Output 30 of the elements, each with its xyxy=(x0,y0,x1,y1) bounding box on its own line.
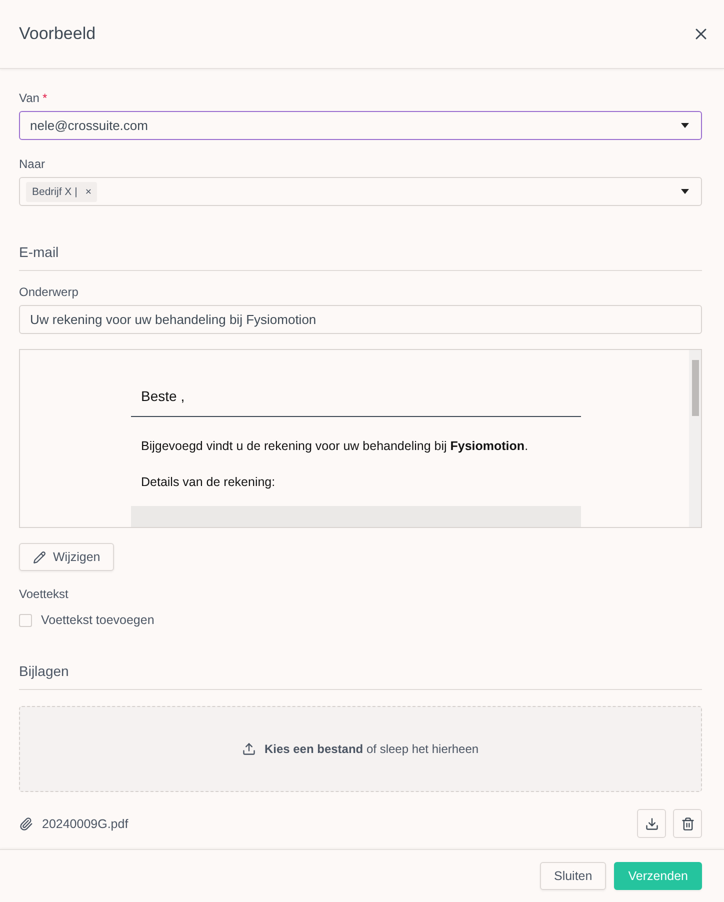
download-button[interactable] xyxy=(637,809,666,838)
paperclip-icon xyxy=(19,816,33,830)
dialog-title: Voorbeeld xyxy=(19,24,96,44)
email-paragraph: Details van de rekening: xyxy=(141,475,276,489)
caret-icon xyxy=(681,189,689,194)
checkbox-label: Voettekst toevoegen xyxy=(41,613,154,627)
scrollbar[interactable] xyxy=(689,350,701,527)
close-dialog-button[interactable]: Sluiten xyxy=(540,862,606,890)
file-dropzone[interactable]: Kies een bestand of sleep het hierheen xyxy=(19,706,702,792)
sender-select[interactable]: nele@crossuite.com xyxy=(19,111,702,140)
upload-icon xyxy=(242,742,256,756)
edit-button[interactable]: Wijzigen xyxy=(19,543,114,571)
trash-icon xyxy=(680,816,694,830)
field-label: Naar xyxy=(19,157,46,171)
caret-icon xyxy=(681,123,689,128)
delete-button[interactable] xyxy=(673,809,702,838)
field-label: Onderwerp xyxy=(19,285,80,299)
pencil-icon xyxy=(33,550,46,564)
section-title: E-mail xyxy=(19,244,702,271)
section-title: Bijlagen xyxy=(19,663,702,690)
file-name: 20240009G.pdf xyxy=(42,816,128,830)
field-label: Van * xyxy=(19,91,48,105)
download-icon xyxy=(644,816,658,830)
greeting-text: Beste , xyxy=(131,380,581,417)
recipient-select[interactable]: Bedrijf X | × xyxy=(19,177,702,206)
recipient-tag: Bedrijf X | × xyxy=(26,182,98,202)
field-label: Voettekst xyxy=(19,587,70,601)
subject-field[interactable]: Uw rekening voor uw behandeling bij Fysiomotion xyxy=(19,305,702,334)
checkbox[interactable] xyxy=(19,614,32,626)
email-paragraph: Bijgevoegd vindt u de rekening voor uw behandeling bij Fysiomotion. xyxy=(141,439,530,453)
